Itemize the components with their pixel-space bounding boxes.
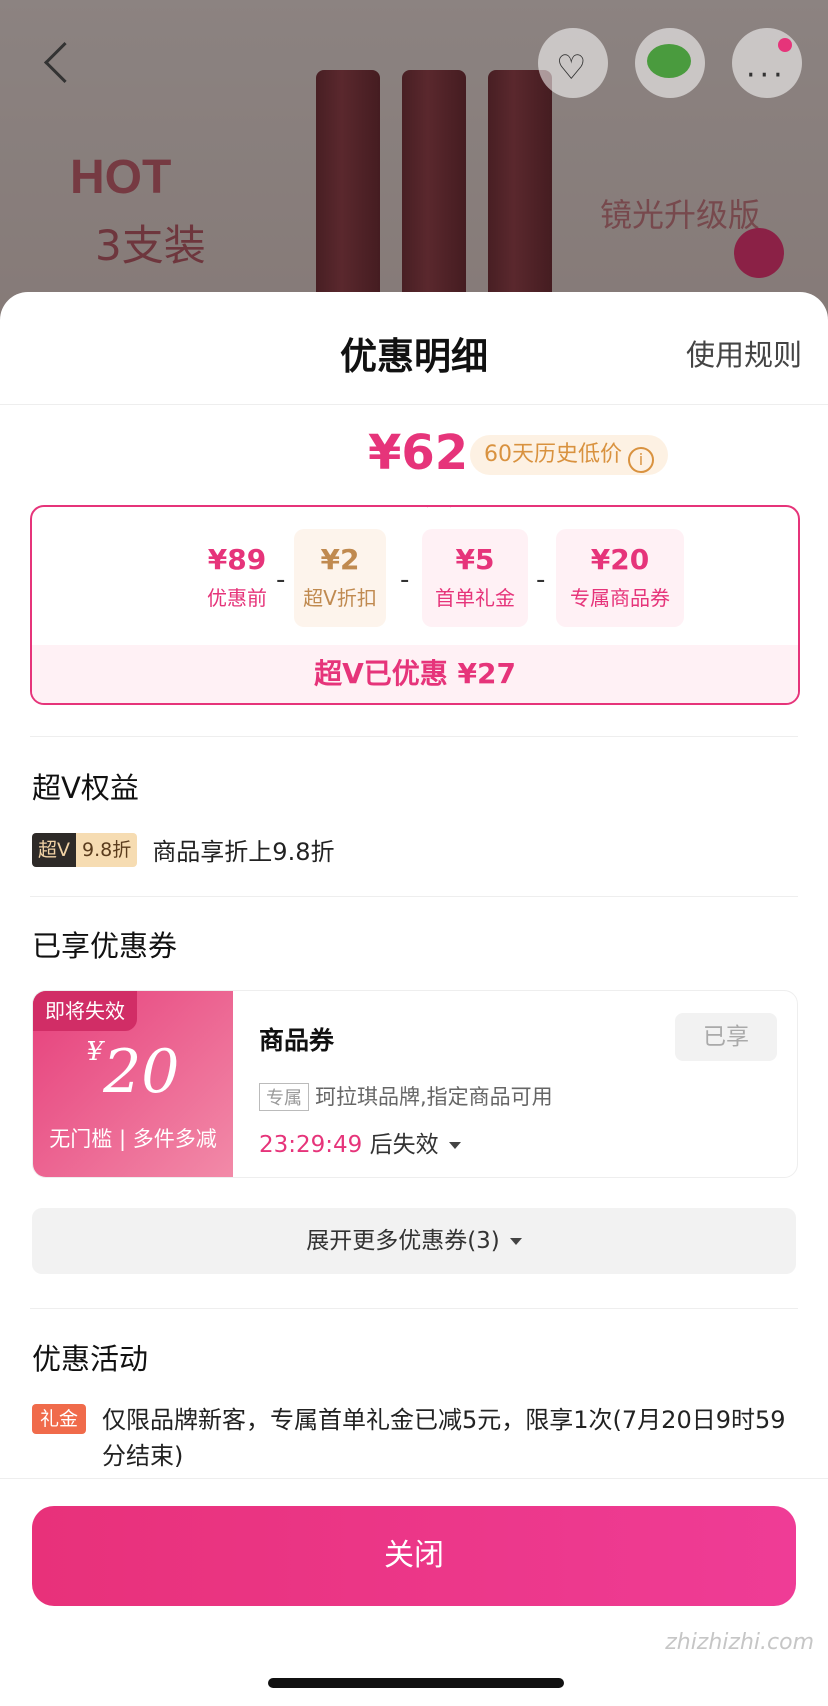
minus-sign: - xyxy=(400,565,410,595)
wechat-icon xyxy=(647,44,691,78)
notification-dot xyxy=(778,38,792,52)
breakdown-value: ¥2 xyxy=(320,543,360,576)
breakdown-coupon: ¥20 专属商品券 xyxy=(556,529,684,627)
coupon-condition: 无门槛 | 多件多减 xyxy=(49,1127,217,1151)
product-background: HOT 3支装 镜光升级版 ♡ ··· xyxy=(0,0,828,330)
scope-text: 珂拉琪品牌,指定商品可用 xyxy=(315,1085,553,1109)
rules-link[interactable]: 使用规则 xyxy=(686,332,802,374)
overlay-dim[interactable] xyxy=(0,0,828,330)
final-price: ¥62 xyxy=(368,425,469,481)
countdown-time: 23:29:49 xyxy=(259,1132,363,1158)
expand-more-coupons-button[interactable]: 展开更多优惠券(3) xyxy=(32,1208,796,1274)
coupon-timer[interactable]: 23:29:49 后失效 xyxy=(259,1125,461,1159)
expand-more-label: 展开更多优惠券(3) xyxy=(306,1228,500,1254)
price-breakdown: ¥89 优惠前 - ¥2 超V折扣 - ¥5 首单礼金 - ¥20 专属商品券 … xyxy=(30,505,800,705)
back-icon[interactable] xyxy=(38,40,78,84)
close-button[interactable]: 关闭 xyxy=(32,1506,796,1606)
minus-sign: - xyxy=(276,565,286,595)
total-discount: 超V已优惠 ¥27 xyxy=(32,645,798,703)
activities-section-title: 优惠活动 xyxy=(32,1342,149,1376)
breakdown-vip-discount: ¥2 超V折扣 xyxy=(294,529,386,627)
countdown-suffix: 后失效 xyxy=(369,1132,439,1158)
favorite-button[interactable]: ♡ xyxy=(538,28,608,98)
divider xyxy=(30,1308,798,1309)
divider xyxy=(30,736,798,737)
vip-benefit-row: 超V 9.8折 商品享折上9.8折 xyxy=(32,832,335,867)
coupon-name: 商品券 xyxy=(259,1026,335,1055)
vip-tag-label: 超V xyxy=(32,832,76,867)
breakdown-value: ¥20 xyxy=(590,543,650,576)
more-icon: ··· xyxy=(746,58,787,93)
watermark: zhizhizhi.com xyxy=(665,1630,814,1655)
vip-section-title: 超V权益 xyxy=(32,771,139,805)
breakdown-label: 首单礼金 xyxy=(435,586,515,610)
vip-benefit-text: 商品享折上9.8折 xyxy=(152,838,335,866)
breakdown-value: ¥5 xyxy=(455,543,495,576)
coupon-scope: 专属 珂拉琪品牌,指定商品可用 xyxy=(259,1081,553,1111)
home-indicator[interactable] xyxy=(268,1678,564,1688)
minus-sign: - xyxy=(536,565,546,595)
gift-tag: 礼金 xyxy=(32,1404,87,1434)
wechat-share-button[interactable] xyxy=(635,28,705,98)
breakdown-label: 超V折扣 xyxy=(303,586,377,610)
vip-tag-discount: 9.8折 xyxy=(76,832,138,867)
coupon-amount: ¥20 xyxy=(33,1037,233,1107)
price-row: ¥62 60天历史低价 i xyxy=(0,405,828,495)
divider xyxy=(0,1478,828,1479)
coupon-perforation xyxy=(227,991,239,1177)
coupon-card[interactable]: 即将失效 ¥20 无门槛 | 多件多减 商品券 已享 专属 珂拉琪品牌,指定商品可… xyxy=(32,990,798,1178)
chevron-down-icon xyxy=(448,1142,461,1149)
sheet-header: 优惠明细 使用规则 xyxy=(0,292,828,405)
history-low-label: 60天历史低价 xyxy=(484,442,622,467)
breakdown-gift: ¥5 首单礼金 xyxy=(422,529,528,627)
more-button[interactable]: ··· xyxy=(732,28,802,98)
vip-tag: 超V 9.8折 xyxy=(32,832,138,867)
chevron-down-icon xyxy=(509,1238,522,1245)
coupon-amount-value: 20 xyxy=(103,1037,180,1107)
scope-tag: 专属 xyxy=(259,1083,309,1111)
coupons-section-title: 已享优惠券 xyxy=(32,929,178,963)
currency-symbol: ¥ xyxy=(86,1037,104,1067)
expiring-badge: 即将失效 xyxy=(33,991,137,1031)
activity-text: 仅限品牌新客，专属首单礼金已减5元，限享1次(7月20日9时59分结束) xyxy=(102,1406,786,1470)
breakdown-label: 专属商品券 xyxy=(570,586,670,610)
heart-plus-icon: ♡ xyxy=(556,48,587,88)
history-low-badge[interactable]: 60天历史低价 i xyxy=(470,435,668,475)
coupon-status-button[interactable]: 已享 xyxy=(675,1013,777,1061)
info-icon: i xyxy=(628,447,654,473)
coupon-value-panel: 即将失效 ¥20 无门槛 | 多件多减 xyxy=(33,991,233,1177)
divider xyxy=(30,896,798,897)
